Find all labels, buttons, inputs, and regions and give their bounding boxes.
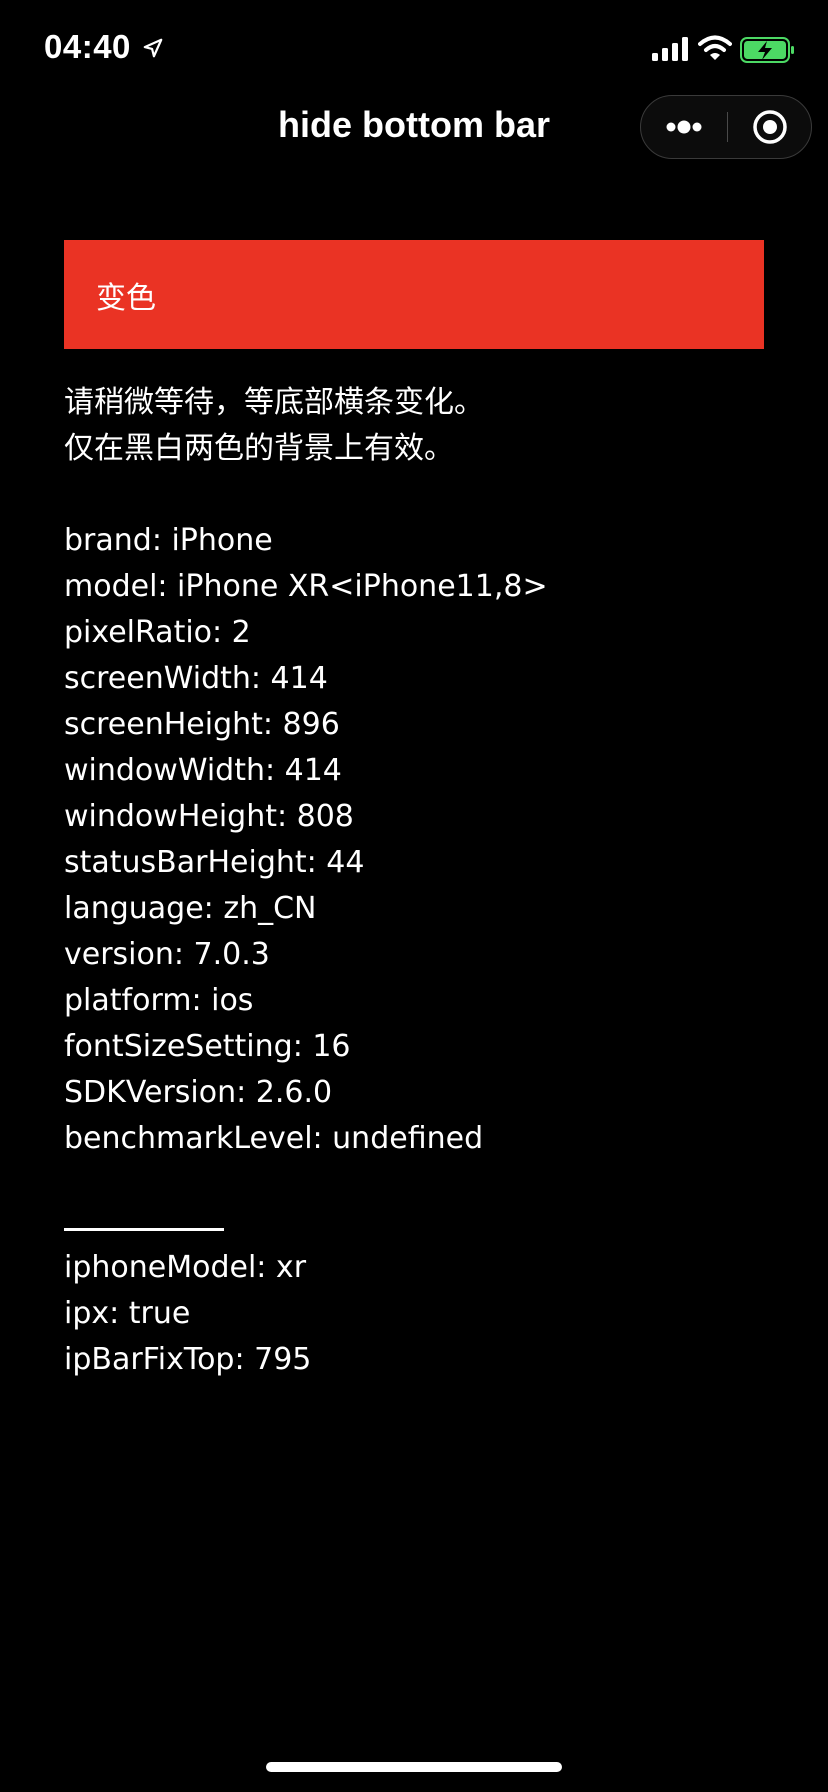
section-divider <box>64 1228 224 1231</box>
info-window-width: windowWidth: 414 <box>64 753 342 788</box>
info-sdk-version: SDKVersion: 2.6.0 <box>64 1075 333 1110</box>
mini-program-capsule <box>640 95 812 159</box>
notice-line-1: 请稍微等待，等底部横条变化。 <box>64 385 484 420</box>
more-button[interactable] <box>641 96 727 158</box>
info-model: model: iPhone XR<iPhone11,8> <box>64 569 548 604</box>
wifi-icon <box>698 35 732 60</box>
status-bar: 04:40 <box>0 0 828 100</box>
close-button[interactable] <box>728 96 812 158</box>
more-icon <box>666 120 702 134</box>
info-brand: brand: iPhone <box>64 523 273 558</box>
info-iphone-model: iphoneModel: xr <box>64 1250 307 1285</box>
location-icon <box>143 38 163 58</box>
info-window-height: windowHeight: 808 <box>64 799 354 834</box>
info-platform: platform: ios <box>64 983 254 1018</box>
home-indicator[interactable] <box>266 1762 562 1772</box>
close-target-icon <box>753 110 787 144</box>
info-ipx: ipx: true <box>64 1296 191 1331</box>
info-pixel-ratio: pixelRatio: 2 <box>64 615 251 650</box>
info-ip-bar-fix-top: ipBarFixTop: 795 <box>64 1342 312 1377</box>
battery-charging-icon <box>740 37 794 63</box>
info-font-size-setting: fontSizeSetting: 16 <box>64 1029 351 1064</box>
notice-line-2: 仅在黑白两色的背景上有效。 <box>64 431 454 466</box>
info-status-bar-height: statusBarHeight: 44 <box>64 845 365 880</box>
info-version: version: 7.0.3 <box>64 937 270 972</box>
info-language: language: zh_CN <box>64 891 317 926</box>
change-color-label: 变色 <box>96 280 156 316</box>
change-color-button[interactable]: 变色 <box>64 240 764 349</box>
info-screen-width: screenWidth: 414 <box>64 661 328 696</box>
info-content: 请稍微等待，等底部横条变化。 仅在黑白两色的背景上有效。 brand: iPho… <box>64 380 784 1383</box>
status-time: 04:40 <box>44 28 131 65</box>
info-benchmark-level: benchmarkLevel: undefined <box>64 1121 484 1156</box>
info-screen-height: screenHeight: 896 <box>64 707 340 742</box>
signal-icon <box>652 37 688 61</box>
